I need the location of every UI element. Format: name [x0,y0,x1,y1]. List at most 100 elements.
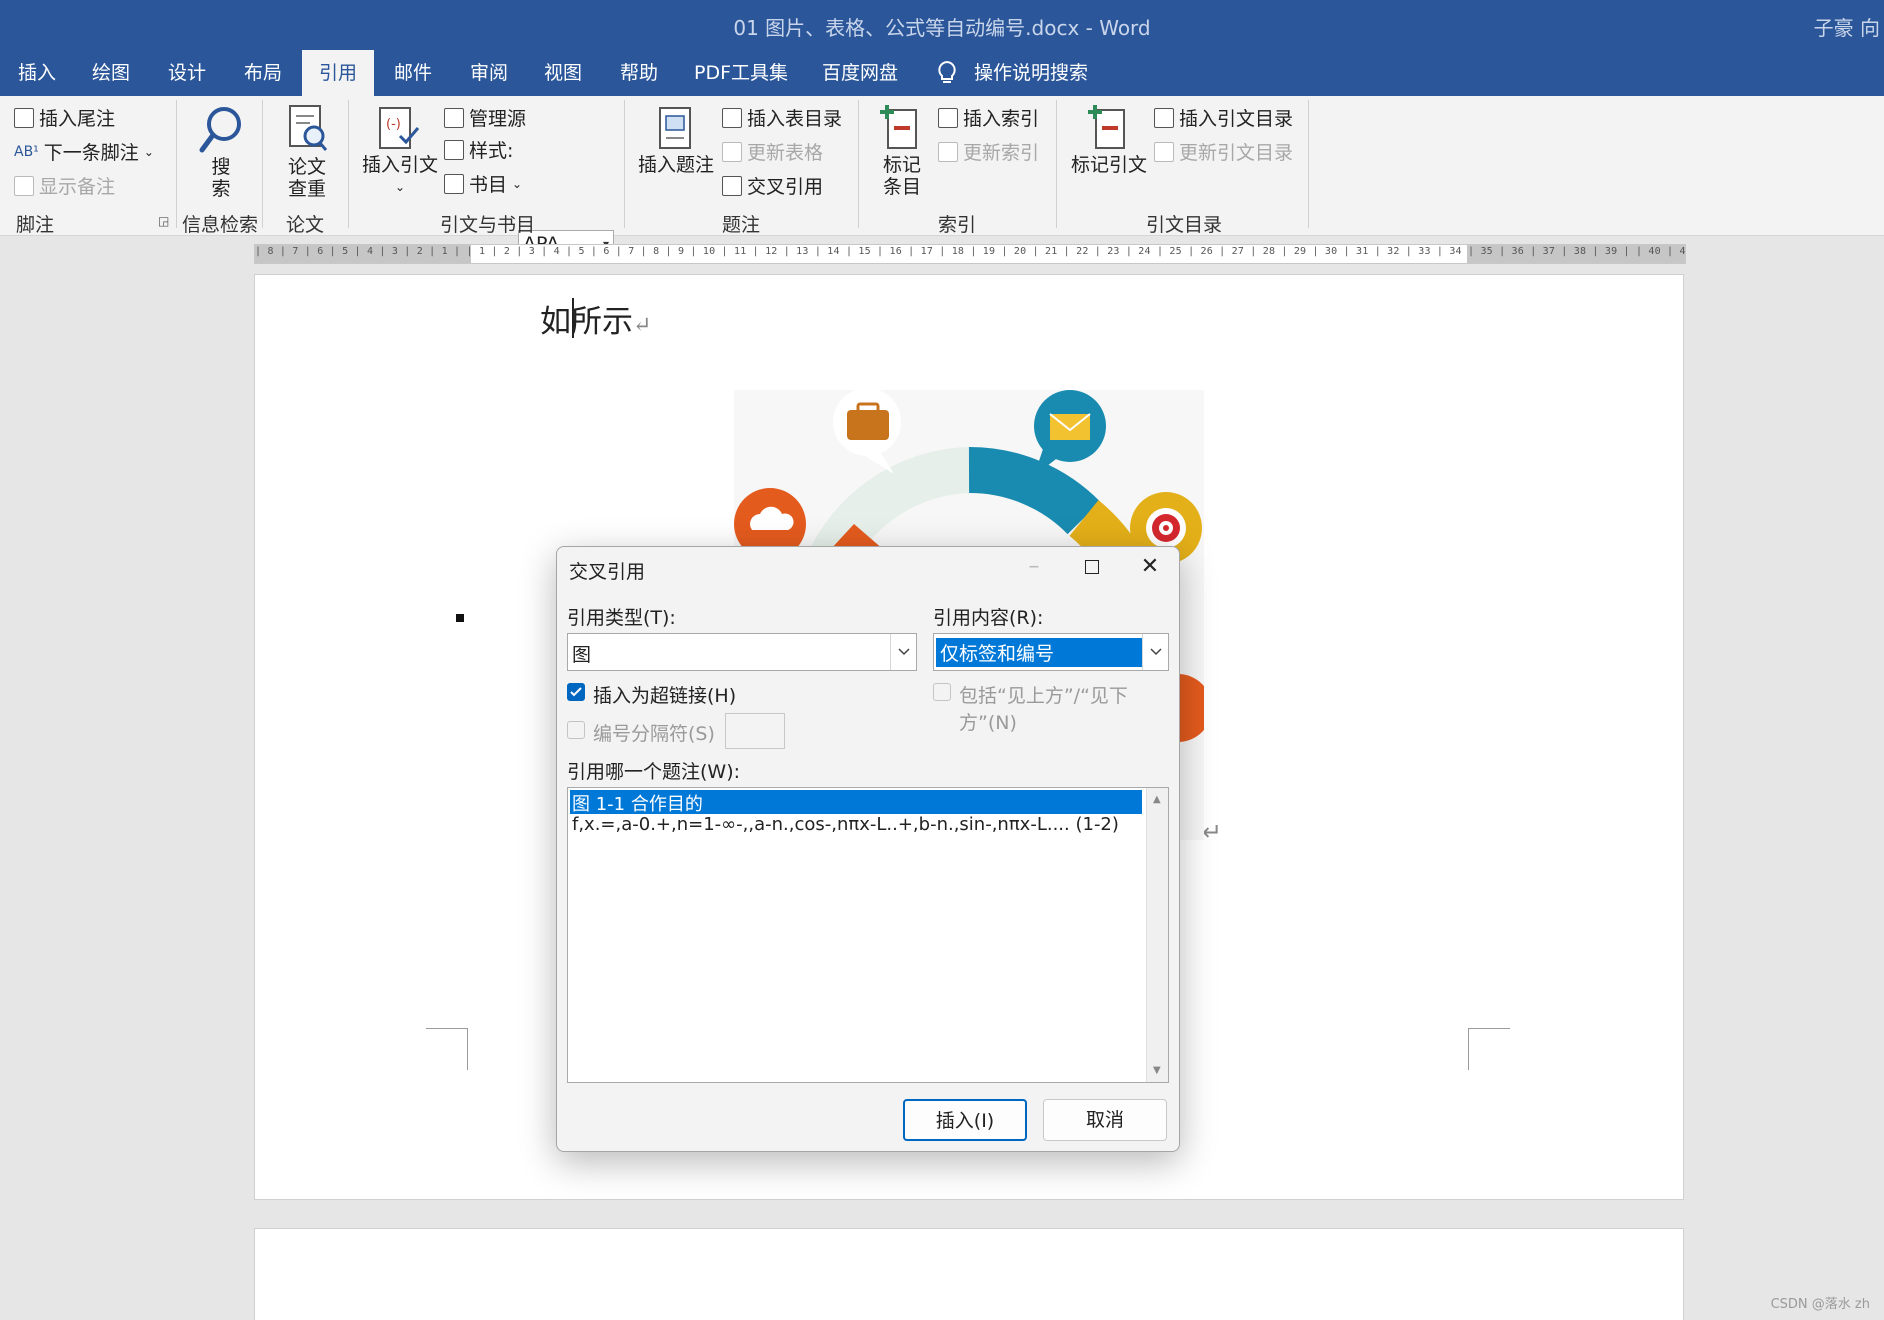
dialog-launcher-icon[interactable]: ◲ [158,214,169,228]
ruler-ticks: | 8 | 7 | 6 | 5 | 4 | 3 | 2 | 1 | | 1 | … [255,246,1686,257]
separate-numbers-label: 编号分隔符(S) [593,723,715,745]
insert-button[interactable]: 插入(I) [903,1099,1027,1141]
style-label: 样式: [469,140,514,162]
tab-references[interactable]: 引用 [302,50,374,96]
tab-pdf-tools[interactable]: PDF工具集 [684,50,798,96]
insert-index-icon [938,107,958,128]
insert-toa-icon [1154,107,1174,128]
paragraph-mark: ↵ [1202,818,1223,846]
cross-reference-button[interactable]: 交叉引用 [722,172,823,199]
thesis-check-label-line1: 论文 [287,156,326,178]
separate-numbers-checkbox[interactable] [567,721,585,739]
bibliography-icon [444,173,464,194]
check-icon [570,687,582,697]
scroll-up-icon[interactable]: ▲ [1153,794,1161,805]
group-separator [624,100,625,228]
table-of-figures-icon [722,107,742,128]
cross-reference-dialog: 交叉引用 – ✕ 引用类型(T): 图 引用内容(R): 仅标签和编号 插入为超… [556,546,1180,1152]
insert-toa-button[interactable]: 插入引文目录 [1154,104,1293,131]
watermark: CSDN @落水 zh [1770,1297,1870,1312]
next-footnote-icon: AB¹ [14,143,39,160]
document-paragraph[interactable]: 如所示↵ [540,296,651,341]
tab-baidu-netdisk[interactable]: 百度网盘 [812,50,908,96]
text-cursor [572,298,574,338]
mark-citation-button[interactable]: 标记引文 [1068,154,1150,176]
insert-caption-icon [659,107,691,149]
insert-table-of-figures-button[interactable]: 插入表目录 [722,104,842,131]
tab-design[interactable]: 设计 [158,50,216,96]
tab-insert[interactable]: 插入 [8,50,66,96]
ribbon-references: 插入尾注 AB¹ 下一条脚注 ⌄ 显示备注 脚注 ◲ 搜 索 信息检索 论文 查… [0,96,1884,262]
svg-text:(-): (-) [386,117,401,132]
crop-mark [426,1028,468,1070]
include-above-below-checkbox[interactable] [933,683,951,701]
thesis-check-button[interactable]: 论文 查重 [278,156,336,200]
tab-layout[interactable]: 布局 [234,50,292,96]
anchor-marker [456,614,464,622]
insert-as-hyperlink-checkbox[interactable] [567,683,585,701]
horizontal-ruler[interactable]: | 8 | 7 | 6 | 5 | 4 | 3 | 2 | 1 | | 1 | … [254,244,1686,264]
paragraph-mark: ↵ [633,313,652,338]
next-footnote-button[interactable]: AB¹ 下一条脚注 ⌄ [14,138,154,165]
separator-input[interactable] [725,713,785,749]
insert-caption-button[interactable]: 插入题注 [636,154,716,176]
show-notes-button[interactable]: 显示备注 [14,172,115,199]
cancel-button[interactable]: 取消 [1043,1099,1167,1141]
update-toa-icon [1154,141,1174,162]
mark-entry-button[interactable]: 标记 条目 [872,154,932,198]
bibliography-label: 书目 [469,174,508,196]
maximize-button[interactable] [1063,547,1121,587]
insert-citation-icon: (-) [379,107,420,149]
user-name[interactable]: 子豪 向 [1814,12,1880,41]
group-separator [348,100,349,228]
reference-type-select[interactable]: 图 [567,633,917,671]
caption-list[interactable]: 图 1-1 合作目的 f,x.=,a-0.+,n=1-∞-,,a-n.,cos-… [567,787,1169,1083]
search-label-line1: 搜 [211,156,231,178]
list-item[interactable]: 图 1-1 合作目的 [570,790,1142,815]
insert-index-button[interactable]: 插入索引 [938,104,1039,131]
tell-me-search[interactable]: 操作说明搜索 [964,50,1098,96]
insert-endnote-button[interactable]: 插入尾注 [14,104,115,131]
update-index-button[interactable]: 更新索引 [938,138,1039,165]
manage-sources-button[interactable]: 管理源 [444,104,526,131]
list-item[interactable]: f,x.=,a-0.+,n=1-∞-,,a-n.,cos-,nπx-L..+,b… [570,814,1119,838]
style-icon [444,139,464,160]
chevron-down-icon [890,634,916,670]
tab-draw[interactable]: 绘图 [82,50,140,96]
bibliography-button[interactable]: 书目 ⌄ [444,170,522,197]
mark-entry-icon [880,105,917,149]
list-scrollbar[interactable]: ▲ ▼ [1146,788,1168,1082]
insert-as-hyperlink-label: 插入为超链接(H) [593,685,737,707]
tab-mailings[interactable]: 邮件 [384,50,442,96]
update-toa-button[interactable]: 更新引文目录 [1154,138,1293,165]
crop-mark [1468,1028,1510,1070]
reference-content-select[interactable]: 仅标签和编号 [933,633,1169,671]
maximize-icon [1085,560,1099,574]
group-label-index: 索引 [938,214,977,236]
scroll-down-icon[interactable]: ▼ [1153,1065,1161,1076]
which-caption-label: 引用哪一个题注(W): [567,761,741,783]
mark-entry-label-line1: 标记 [882,154,921,176]
group-label-toa: 引文目录 [1146,214,1223,236]
manage-sources-icon [444,107,464,128]
document-text-a: 如 [540,304,571,340]
insert-endnote-label: 插入尾注 [39,108,116,130]
lightbulb-icon [938,60,956,83]
update-table-button[interactable]: 更新表格 [722,138,823,165]
chevron-down-icon [1142,634,1168,670]
tab-view[interactable]: 视图 [534,50,592,96]
update-index-label: 更新索引 [963,142,1040,164]
tab-review[interactable]: 审阅 [460,50,518,96]
search-icon [199,107,241,153]
mark-entry-label-line2: 条目 [882,176,921,198]
group-label-captions: 题注 [722,214,761,236]
group-separator [1056,100,1057,228]
reference-content-label: 引用内容(R): [933,607,1044,629]
search-button[interactable]: 搜 索 [198,156,244,200]
document-page-next[interactable] [254,1228,1684,1320]
update-table-icon [722,141,742,162]
insert-citation-button[interactable]: 插入引文 ⌄ [362,154,438,198]
document-text-b: 所示 [571,304,633,340]
tab-help[interactable]: 帮助 [610,50,668,96]
close-button[interactable]: ✕ [1121,547,1179,587]
